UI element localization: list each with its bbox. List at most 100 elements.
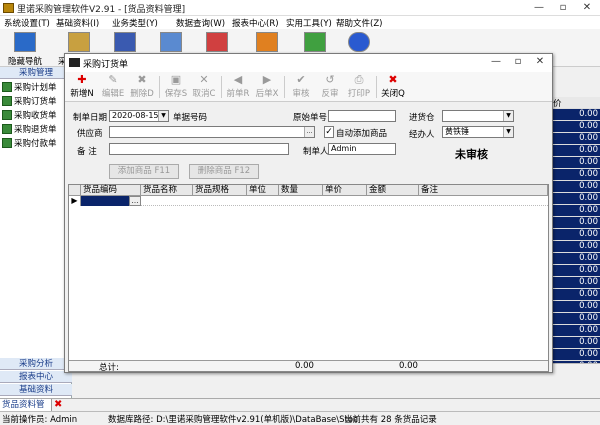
next-bill-button[interactable]: ▶ 后单X [252, 73, 282, 101]
menu-item-reports[interactable]: 报表中心(R) [232, 17, 279, 29]
settings-icon[interactable] [206, 32, 228, 52]
new-button-label: 新增N [70, 89, 94, 99]
delete-button-label: 删除D [130, 89, 154, 99]
handler-label: 经办人 [409, 130, 435, 140]
tools-icon[interactable] [304, 32, 326, 52]
printer-icon: ⎙ [354, 73, 364, 86]
status-bar: 当前操作员: Admin 数据库路径: D:\里诺采购管理软件v2.91(单机版… [0, 411, 600, 425]
auto-add-checkbox[interactable]: ✓ [324, 126, 334, 138]
nav-head-purchase[interactable]: 采购管理 [0, 67, 72, 79]
goods-code-cell[interactable] [81, 196, 129, 206]
chart-icon[interactable] [114, 32, 136, 52]
add-goods-button[interactable]: 添加商品 F11 [109, 164, 179, 179]
value-cell: 0.00 [551, 157, 600, 169]
value-cell: 0.00 [551, 121, 600, 133]
nav-item-receive[interactable]: 采购收货单 [2, 109, 57, 121]
users-icon[interactable] [256, 32, 278, 52]
nav-head-reports[interactable]: 报表中心 [0, 371, 72, 383]
col-goods-name[interactable]: 货品名称 [141, 185, 193, 196]
monitor-icon[interactable] [14, 32, 36, 52]
close-dialog-button[interactable]: ✖ 关闭Q [378, 73, 408, 101]
close-button[interactable]: ✕ [576, 0, 598, 16]
bill-no-label: 单据号码 [173, 113, 208, 123]
col-qty[interactable]: 数量 [279, 185, 323, 196]
plus-icon: ✚ [77, 73, 87, 86]
col-amount[interactable]: 金额 [367, 185, 419, 196]
chevron-down-icon[interactable]: ▼ [158, 111, 168, 121]
help-icon[interactable] [348, 32, 370, 52]
menu-item-business[interactable]: 业务类型(Y) [112, 17, 158, 29]
menu-item-help[interactable]: 帮助文件(Z) [336, 17, 382, 29]
minimize-button[interactable]: — [528, 0, 550, 16]
maximize-button[interactable]: ▫ [552, 0, 574, 16]
nav-item-plan[interactable]: 采购计划单 [2, 81, 57, 93]
document-icon [69, 58, 80, 67]
warehouse-select[interactable]: ▼ [442, 110, 514, 122]
col-remark[interactable]: 备注 [419, 185, 548, 196]
auto-add-label: 自动添加商品 [336, 129, 388, 139]
document-icon [2, 124, 12, 134]
total-amount: 0.00 [399, 361, 418, 371]
value-cell: 0.00 [551, 229, 600, 241]
value-cell: 0.00 [551, 277, 600, 289]
dialog-minimize-button[interactable]: — [485, 54, 507, 70]
value-cell: 0.00 [551, 301, 600, 313]
nav-head-basic[interactable]: 基础资料 [0, 384, 72, 396]
delete-button[interactable]: ✖ 删除D [127, 73, 157, 101]
app-title: 里诺采购管理软件V2.91 - [货品资料管理] [17, 5, 186, 15]
col-goods-spec[interactable]: 货品规格 [193, 185, 247, 196]
nav-head-analysis[interactable]: 采购分析 [0, 358, 72, 370]
items-grid: 货品编码 货品名称 货品规格 单位 数量 单价 金额 备注 ▶ … 总计: 0.… [68, 184, 549, 373]
value-cell: 0.00 [551, 145, 600, 157]
chevron-down-icon[interactable]: ▼ [503, 111, 513, 121]
nav-item-label: 采购计划单 [14, 83, 57, 93]
delete-goods-button[interactable]: 删除商品 F12 [189, 164, 259, 179]
remark-input[interactable] [109, 143, 289, 155]
supplier-icon[interactable] [68, 32, 90, 52]
dialog-close-button[interactable]: ✕ [529, 54, 551, 70]
chevron-down-icon[interactable]: ▼ [503, 127, 513, 137]
document-icon [2, 82, 12, 92]
print-button[interactable]: ⎙ 打印P [344, 73, 374, 101]
dialog-maximize-button[interactable]: ▫ [507, 54, 529, 70]
value-cell: 0.00 [551, 181, 600, 193]
nav-item-payment[interactable]: 采购付款单 [2, 137, 57, 149]
menu-item-query[interactable]: 数据查询(W) [176, 17, 225, 29]
unaudit-button[interactable]: ↺ 反审 [315, 73, 345, 101]
browse-icon[interactable]: … [129, 196, 141, 206]
search-icon[interactable] [160, 32, 182, 52]
maker-input[interactable]: Admin [328, 143, 396, 155]
pencil-icon: ✎ [108, 73, 118, 86]
background-grid: 价 0.00 0.00 0.00 0.00 0.00 0.00 0.00 0.00 0.00 0.… [550, 97, 600, 377]
hide-nav-label[interactable]: 隐藏导航 [8, 55, 42, 67]
cancel-button[interactable]: ✕ 取消C [189, 73, 219, 101]
nav-item-order[interactable]: 采购订货单 [2, 95, 57, 107]
maker-value: Admin [331, 144, 357, 153]
supplier-input[interactable]: … [109, 126, 315, 138]
col-price[interactable]: 单价 [323, 185, 367, 196]
browse-icon[interactable]: … [304, 127, 314, 137]
value-cell: 0.00 [551, 253, 600, 265]
handler-select[interactable]: 黄铁锤 ▼ [442, 126, 514, 138]
edit-button[interactable]: ✎ 编辑E [98, 73, 128, 101]
audit-button[interactable]: ✔ 审核 [286, 73, 316, 101]
menu-item-system[interactable]: 系统设置(T) [4, 17, 50, 29]
orig-no-input[interactable] [328, 110, 396, 122]
menu-item-basic[interactable]: 基础资料(I) [56, 17, 99, 29]
maker-label: 制单人 [303, 147, 329, 157]
close-tab-icon[interactable]: ✖ [54, 399, 64, 411]
column-header: 价 [551, 97, 600, 109]
nav-item-return[interactable]: 采购退货单 [2, 123, 57, 135]
save-button[interactable]: ▣ 保存S [161, 73, 191, 101]
col-goods-code[interactable]: 货品编码 [81, 185, 141, 196]
prev-bill-button[interactable]: ◀ 前单R [223, 73, 253, 101]
menu-item-tools[interactable]: 实用工具(Y) [286, 17, 332, 29]
status-record-count: 当前共有 28 条货品记录 [344, 415, 437, 425]
col-unit[interactable]: 单位 [247, 185, 279, 196]
cancel-icon: ✕ [199, 73, 209, 86]
total-qty: 0.00 [295, 361, 314, 371]
value-cell: 0.00 [551, 193, 600, 205]
new-button[interactable]: ✚ 新增N [67, 73, 97, 101]
supplier-label: 供应商 [77, 129, 103, 139]
date-input[interactable]: 2020-08-15 ▼ [109, 110, 169, 122]
